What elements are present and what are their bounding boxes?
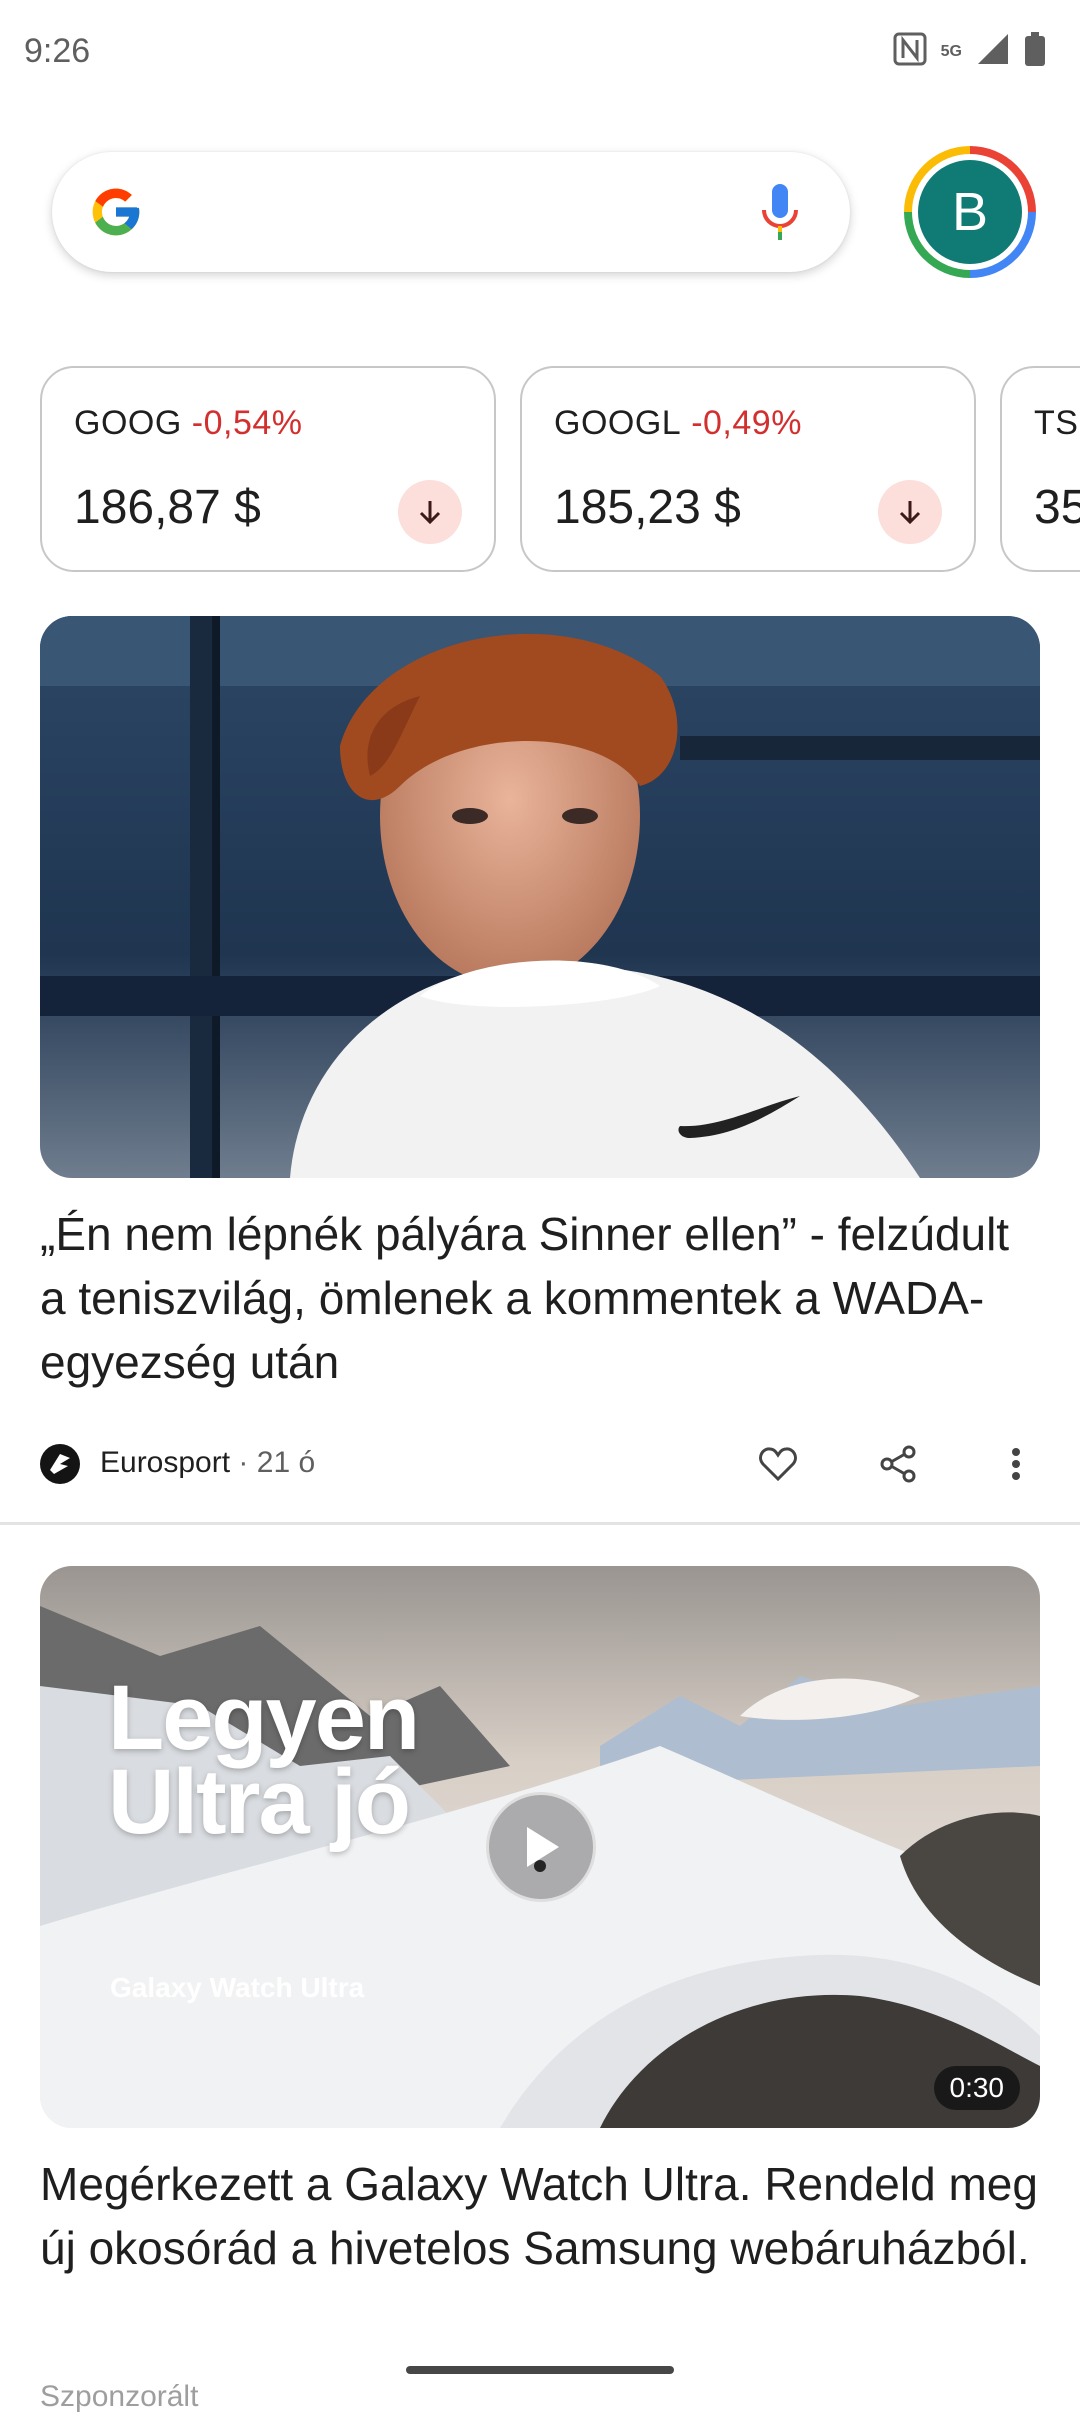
mic-icon[interactable] bbox=[760, 182, 800, 242]
avatar-letter: B bbox=[918, 160, 1022, 264]
status-time: 9:26 bbox=[24, 32, 91, 70]
stock-card-googl[interactable]: GOOGL -0,49% 185,23 $ bbox=[520, 366, 976, 572]
heart-icon[interactable] bbox=[754, 1440, 802, 1488]
more-vert-icon[interactable] bbox=[992, 1440, 1040, 1488]
video-duration: 0:30 bbox=[933, 2066, 1020, 2110]
battery-icon bbox=[1024, 32, 1046, 71]
article-age: 21 ó bbox=[256, 1446, 316, 1479]
arrow-down-icon bbox=[398, 480, 462, 544]
source-separator: · bbox=[238, 1446, 249, 1479]
video-overlay-title: Legyen Ultra jó bbox=[108, 1667, 420, 1853]
search-bar[interactable] bbox=[52, 152, 850, 272]
eurosport-logo-icon bbox=[40, 1444, 80, 1484]
account-avatar[interactable]: B bbox=[904, 146, 1036, 278]
network-label: 5G bbox=[940, 42, 962, 60]
stock-ticker: TSI bbox=[1034, 404, 1080, 442]
stock-ticker-line: TSI bbox=[1034, 404, 1080, 443]
gesture-nav-handle[interactable] bbox=[406, 2366, 674, 2374]
avatar-frame: B bbox=[912, 154, 1028, 270]
signal-icon bbox=[976, 32, 1010, 71]
google-g-logo bbox=[88, 184, 144, 240]
status-icons: 5G bbox=[893, 32, 1046, 71]
status-bar: 9:26 5G bbox=[0, 0, 1080, 110]
stock-card-goog[interactable]: GOOG -0,54% 186,87 $ bbox=[40, 366, 496, 572]
article-meta: Eurosport · 21 ó bbox=[40, 1440, 1040, 1490]
video-overlay-title-line2: Ultra jó bbox=[108, 1751, 411, 1853]
nfc-icon bbox=[893, 32, 927, 71]
stock-ticker: GOOG bbox=[74, 404, 182, 442]
stock-carousel[interactable]: GOOG -0,54% 186,87 $ GOOGL -0,49% 185,23 $… bbox=[40, 366, 1080, 576]
stock-price: 185,23 $ bbox=[554, 481, 741, 534]
stock-card-tsi[interactable]: TSI 35 bbox=[1000, 366, 1080, 572]
feed-divider bbox=[0, 1522, 1080, 1525]
stock-change: -0,49% bbox=[691, 404, 802, 442]
article-headline[interactable]: Megérkezett a Galaxy Watch Ultra. Rendel… bbox=[40, 2152, 1040, 2280]
stock-ticker-line: GOOGL -0,49% bbox=[554, 404, 802, 443]
stock-ticker: GOOGL bbox=[554, 404, 682, 442]
article-image-tennis[interactable] bbox=[40, 616, 1040, 1178]
arrow-down-icon bbox=[878, 480, 942, 544]
article-video-galaxy-watch[interactable]: Legyen Ultra jó Galaxy Watch Ultra 0:30 bbox=[40, 1566, 1040, 2128]
article-source-line: Eurosport · 21 ó bbox=[100, 1446, 315, 1480]
5g-icon: 5G bbox=[940, 42, 962, 60]
article-meta-cut: Szponzorált bbox=[40, 2380, 199, 2413]
stock-change: -0,54% bbox=[191, 404, 303, 442]
play-icon[interactable] bbox=[486, 1792, 596, 1902]
stock-price: 186,87 $ bbox=[74, 481, 261, 534]
stock-ticker-line: GOOG -0,54% bbox=[74, 404, 303, 443]
article-headline[interactable]: „Én nem lépnék pályára Sinner ellen” - f… bbox=[40, 1202, 1040, 1394]
video-overlay-title-line1: Legyen bbox=[108, 1667, 420, 1769]
article-source: Eurosport bbox=[100, 1446, 231, 1479]
share-icon[interactable] bbox=[874, 1440, 922, 1488]
video-overlay-subtitle: Galaxy Watch Ultra bbox=[110, 1972, 365, 2003]
stock-price: 35 bbox=[1034, 481, 1080, 534]
